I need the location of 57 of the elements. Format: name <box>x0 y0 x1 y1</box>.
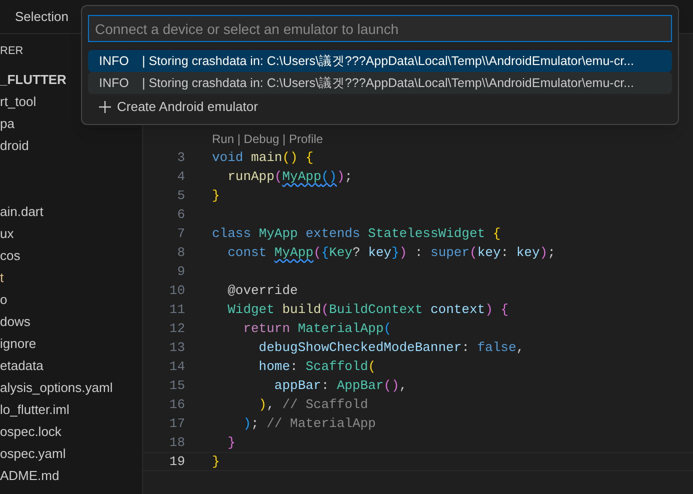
code-line: home: Scaffold( <box>258 358 376 376</box>
file-item[interactable]: lo_flutter.iml <box>0 400 70 420</box>
device-option[interactable]: INFO | Storing crashdata in: C:\Users\議겟???AppData\Local\Temp\\AndroidEmulator\emu-cr... <box>88 50 672 72</box>
file-item[interactable]: pa <box>0 114 14 134</box>
line-number: 15 <box>168 377 185 395</box>
line-number: 14 <box>168 358 185 376</box>
file-item[interactable]: ADME.md <box>0 466 60 486</box>
code-line: Widget build(BuildContext context) { <box>226 301 509 319</box>
line-number: 12 <box>168 320 185 338</box>
file-item[interactable]: ospec.yaml <box>0 444 66 464</box>
file-item[interactable]: alysis_options.yaml <box>0 378 113 398</box>
file-item[interactable]: ignore <box>0 334 36 354</box>
file-item[interactable]: dows <box>0 312 30 332</box>
code-line: @override <box>226 282 298 300</box>
line-number: 19 <box>168 453 185 471</box>
menu-item[interactable]: Selection <box>15 6 68 26</box>
line-number: 3 <box>176 149 185 167</box>
code-line: return MaterialApp( <box>242 320 392 338</box>
code-lens[interactable]: Run | Debug | Profile <box>212 130 323 148</box>
line-number: 6 <box>176 206 185 224</box>
sidebar-header: RER <box>0 44 24 60</box>
create-emulator-button[interactable]: Create Android emulator <box>88 96 672 118</box>
code-line: appBar: AppBar(), <box>273 377 408 395</box>
file-item[interactable]: ospec.lock <box>0 422 62 442</box>
code-line: class MyApp extends StatelessWidget { <box>212 225 501 243</box>
device-option[interactable]: INFO | Storing crashdata in: C:\Users\議겟???AppData\Local\Temp\\AndroidEmulator\emu-cr... <box>88 72 672 94</box>
line-number: 10 <box>168 282 185 300</box>
folder-title[interactable]: _FLUTTER <box>0 70 66 90</box>
file-item[interactable]: cos <box>0 246 20 266</box>
line-number: 4 <box>176 168 185 186</box>
plus-icon <box>99 101 111 113</box>
code-line: } <box>212 453 220 471</box>
line-number: 8 <box>176 244 185 262</box>
file-item[interactable]: rt_tool <box>0 92 36 112</box>
file-item[interactable]: droid <box>0 136 29 156</box>
code-line: } <box>212 187 220 205</box>
line-number: 13 <box>168 339 185 357</box>
file-item[interactable]: ain.dart <box>0 202 44 222</box>
code-line: runApp(MyApp()); <box>226 168 352 186</box>
code-line: ); // MaterialApp <box>242 415 376 433</box>
file-item[interactable]: ux <box>0 224 14 244</box>
line-number: 5 <box>176 187 185 205</box>
code-line: const MyApp({Key? key}) : super(key: key); <box>226 244 556 262</box>
search-field[interactable]: Connect a device or select an emulator to launch <box>88 15 672 42</box>
line-number: 11 <box>168 301 185 319</box>
code-line: void main() { <box>212 149 314 167</box>
file-item[interactable]: o <box>0 290 8 310</box>
line-number: 17 <box>168 415 185 433</box>
code-line: ), // Scaffold <box>258 396 368 414</box>
file-item[interactable]: etadata <box>0 356 44 376</box>
line-number: 9 <box>176 263 185 281</box>
code-line: debugShowCheckedModeBanner: false, <box>258 339 524 357</box>
file-item[interactable]: t <box>0 268 4 288</box>
line-number: 7 <box>176 225 185 243</box>
code-line: } <box>226 434 236 452</box>
line-number: 18 <box>168 434 185 452</box>
line-number: 16 <box>168 396 185 414</box>
